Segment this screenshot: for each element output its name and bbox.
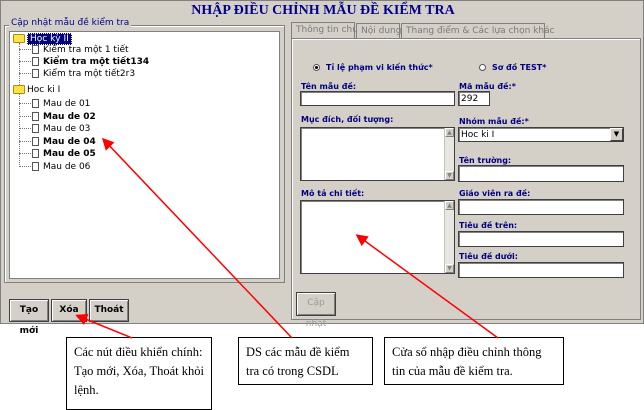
- tree-item-label: Mau de 02: [43, 112, 96, 122]
- tree-item[interactable]: Mau de 05: [32, 148, 96, 160]
- folder-icon: [13, 85, 25, 94]
- tree-item-label: Mau de 01: [43, 99, 91, 109]
- tree-item-label: Mau de 05: [43, 149, 96, 159]
- header-title-label: Tiêu đề trên:: [459, 221, 518, 230]
- new-button[interactable]: Tạo mới: [9, 299, 49, 336]
- school-name-label: Tên trường:: [459, 156, 512, 165]
- template-list-legend: Cập nhật mẫu đề kiểm tra: [9, 18, 132, 28]
- tree-item[interactable]: Mau de 04: [32, 136, 96, 148]
- school-name-input[interactable]: [458, 165, 624, 182]
- purpose-label: Mục đích, đối tượng:: [301, 115, 394, 124]
- scroll-down-icon[interactable]: ▼: [445, 171, 454, 180]
- teacher-label: Giáo viên ra đề:: [459, 189, 531, 198]
- tree-connector: [19, 116, 31, 117]
- document-icon: [32, 124, 39, 133]
- tree-item[interactable]: Kiểm tra một 1 tiết: [32, 44, 129, 56]
- tree-connector: [19, 153, 31, 154]
- tree-item[interactable]: Kiểm tra một tiết134: [32, 56, 149, 68]
- chevron-down-icon[interactable]: ▼: [610, 128, 623, 141]
- list-callout: DS các mẫu đề kiểm tra có trong CSDL: [238, 337, 373, 385]
- radio-empty-icon: [479, 64, 486, 71]
- tree-group-hoc-ki-1[interactable]: Hoc ki I: [13, 84, 60, 96]
- document-icon: [32, 149, 39, 158]
- scroll-up-icon[interactable]: ▲: [445, 201, 454, 210]
- tree-item-label: Kiểm tra một tiết2r3: [43, 69, 136, 79]
- tree-connector: [19, 103, 31, 104]
- description-scrollbar[interactable]: ▲ ▼: [444, 201, 454, 273]
- document-icon: [32, 99, 39, 108]
- footer-title-label: Tiêu đề dưới:: [459, 252, 518, 261]
- scroll-down-icon[interactable]: ▼: [445, 264, 454, 273]
- radio-label: Tỉ lệ phạm vi kiến thức*: [326, 63, 433, 72]
- template-group-select[interactable]: Hoc ki I ▼: [458, 127, 624, 142]
- tree-item-label: Kiểm tra một tiết134: [43, 57, 150, 67]
- tree-connector: [19, 73, 31, 74]
- form-callout: Cửa sổ nhập điều chỉnh thông tin của mẫu…: [384, 337, 564, 385]
- folder-icon: [13, 34, 25, 43]
- document-icon: [32, 137, 39, 146]
- template-group-label: Nhóm mẫu đề:*: [459, 117, 529, 126]
- radio-test-diagram[interactable]: Sơ đồ TEST*: [479, 63, 546, 72]
- template-tree[interactable]: Học kỳ II Kiểm tra một 1 tiết Kiểm tra m…: [9, 31, 280, 279]
- tree-connector: [19, 141, 31, 142]
- footer-title-input[interactable]: [458, 262, 624, 278]
- tree-connector: [19, 49, 31, 50]
- tree-item-label: Mau de 03: [43, 124, 91, 134]
- buttons-callout: Các nút điều khiển chính: Tạo mới, Xóa, …: [66, 337, 212, 410]
- document-icon: [32, 69, 39, 78]
- tree-item[interactable]: Mau de 06: [32, 161, 90, 173]
- document-icon: [32, 45, 39, 54]
- tree-item[interactable]: Mau de 01: [32, 98, 90, 110]
- tree-item[interactable]: Mau de 03: [32, 123, 90, 135]
- tree-item-label: Mau de 04: [43, 137, 96, 147]
- document-icon: [32, 112, 39, 121]
- template-code-input[interactable]: 292: [458, 91, 490, 106]
- template-name-label: Tên mẫu đề:: [301, 82, 357, 91]
- window-title: NHẬP ĐIỀU CHỈNH MẪU ĐỀ KIỂM TRA: [191, 3, 455, 18]
- tree-connector: [19, 166, 31, 167]
- tree-connector: [19, 61, 31, 62]
- purpose-textarea[interactable]: [300, 127, 455, 181]
- tree-connector: [19, 93, 20, 167]
- tab-scoring[interactable]: Thang điểm & Các lựa chọn khác: [401, 23, 555, 39]
- tree-item[interactable]: Kiểm tra một tiết2r3: [32, 68, 135, 80]
- template-code-label: Mã mẫu đề:*: [459, 82, 516, 91]
- document-icon: [32, 162, 39, 171]
- teacher-input[interactable]: [458, 199, 624, 215]
- delete-button[interactable]: Xóa: [51, 299, 87, 322]
- update-button[interactable]: Cập nhật: [296, 292, 336, 329]
- purpose-scrollbar[interactable]: ▲ ▼: [444, 128, 454, 180]
- tab-content[interactable]: Nội dung: [356, 23, 401, 39]
- document-icon: [32, 57, 39, 66]
- template-group-value: Hoc ki I: [461, 130, 495, 140]
- exit-button[interactable]: Thoát: [89, 299, 129, 322]
- tree-item-label: Mau de 06: [43, 162, 91, 172]
- radio-selected-icon: [313, 64, 320, 71]
- description-label: Mô tả chi tiết:: [301, 189, 365, 198]
- tree-connector: [19, 128, 31, 129]
- tree-item-label: Kiểm tra một 1 tiết: [43, 45, 129, 55]
- main-window: NHẬP ĐIỀU CHỈNH MẪU ĐỀ KIỂM TRA Cập nhật…: [0, 0, 644, 336]
- radio-label: Sơ đồ TEST*: [492, 63, 547, 72]
- radio-knowledge-ratio[interactable]: Tỉ lệ phạm vi kiến thức*: [313, 63, 433, 72]
- scroll-up-icon[interactable]: ▲: [445, 128, 454, 137]
- template-name-input[interactable]: [300, 91, 455, 106]
- header-title-input[interactable]: [458, 231, 624, 247]
- tab-general[interactable]: Thông tin chung: [291, 22, 369, 39]
- description-textarea[interactable]: [300, 200, 455, 274]
- tree-item[interactable]: Mau de 02: [32, 111, 96, 123]
- tree-group-label: Hoc ki I: [27, 85, 61, 95]
